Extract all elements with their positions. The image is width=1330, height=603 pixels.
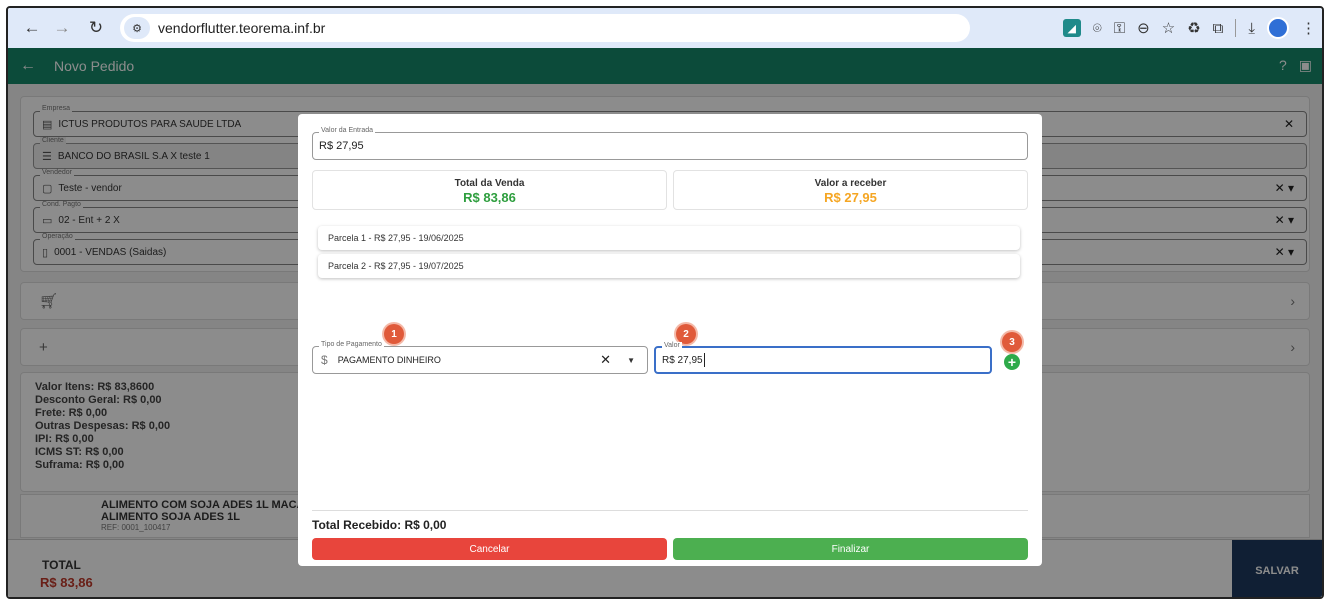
parcela-item: Parcela 1 - R$ 27,95 - 19/06/2025	[318, 226, 1020, 250]
total-venda-label: Total da Venda	[454, 178, 525, 189]
extension-icon[interactable]: ◢	[1062, 19, 1081, 37]
step-badge-3: 3	[1002, 332, 1022, 352]
address-bar[interactable]: ⚙ vendorflutter.teorema.inf.br	[120, 14, 970, 42]
valor-entrada-field[interactable]: Valor da Entrada R$ 27,95	[312, 127, 1028, 160]
extensions-puzzle-icon[interactable]: ⧉	[1213, 20, 1224, 37]
step-badge-1: 1	[384, 324, 404, 344]
back-arrow-icon[interactable]: ←	[18, 14, 46, 42]
dollar-icon: $	[321, 353, 328, 367]
field-value: R$ 27,95	[662, 354, 703, 366]
valor-input[interactable]: Valor R$ 27,95	[654, 342, 992, 374]
step-badge-2: 2	[676, 324, 696, 344]
text-caret	[703, 353, 705, 367]
total-venda-card: Total da Venda R$ 83,86	[312, 170, 667, 210]
profile-avatar[interactable]	[1267, 17, 1289, 39]
toolbar-separator	[1235, 19, 1237, 37]
field-label: Valor	[662, 342, 682, 349]
valor-receber-card: Valor a receber R$ 27,95	[673, 170, 1028, 210]
download-icon[interactable]: ⤓	[1248, 20, 1255, 37]
menu-kebab-icon[interactable]: ⋮	[1301, 19, 1316, 37]
browser-actions: ◢ ⌾ ⚿ ⊖ ☆ ♻ ⧉ ⤓ ⋮	[1062, 14, 1316, 42]
clear-icon[interactable]: ✕	[600, 352, 611, 368]
total-venda-value: R$ 83,86	[463, 190, 516, 205]
screen-frame: ← → ↻ ⚙ vendorflutter.teorema.inf.br ◢ ⌾…	[6, 6, 1324, 599]
url-text: vendorflutter.teorema.inf.br	[158, 20, 326, 36]
bookmark-star-icon[interactable]: ☆	[1162, 19, 1175, 37]
cancel-button[interactable]: Cancelar	[312, 538, 667, 560]
location-icon[interactable]: ⌾	[1093, 20, 1102, 37]
forward-arrow-icon[interactable]: →	[48, 14, 76, 42]
field-label: Tipo de Pagamento	[319, 341, 384, 348]
field-value: PAGAMENTO DINHEIRO	[337, 355, 441, 365]
tipo-pagamento-select[interactable]: Tipo de Pagamento $ PAGAMENTO DINHEIRO ✕…	[312, 341, 648, 374]
payment-dialog: Valor da Entrada R$ 27,95 Total da Venda…	[298, 114, 1042, 566]
chevron-down-icon[interactable]: ▼	[627, 356, 635, 365]
recycle-extension-icon[interactable]: ♻	[1187, 19, 1200, 37]
valor-receber-label: Valor a receber	[814, 178, 887, 189]
parcela-item: Parcela 2 - R$ 27,95 - 19/07/2025	[318, 254, 1020, 278]
total-recebido: Total Recebido: R$ 0,00	[312, 518, 447, 532]
field-label: Valor da Entrada	[319, 127, 376, 134]
site-settings-icon[interactable]: ⚙	[124, 17, 150, 39]
divider	[312, 510, 1028, 511]
add-payment-button[interactable]: +	[1004, 354, 1020, 370]
field-value: R$ 27,95	[319, 140, 364, 152]
browser-toolbar: ← → ↻ ⚙ vendorflutter.teorema.inf.br ◢ ⌾…	[8, 8, 1322, 48]
finish-button[interactable]: Finalizar	[673, 538, 1028, 560]
password-key-icon[interactable]: ⚿	[1114, 20, 1125, 37]
zoom-icon[interactable]: ⊖	[1137, 19, 1150, 37]
reload-icon[interactable]: ↻	[82, 14, 110, 42]
valor-receber-value: R$ 27,95	[824, 190, 877, 205]
